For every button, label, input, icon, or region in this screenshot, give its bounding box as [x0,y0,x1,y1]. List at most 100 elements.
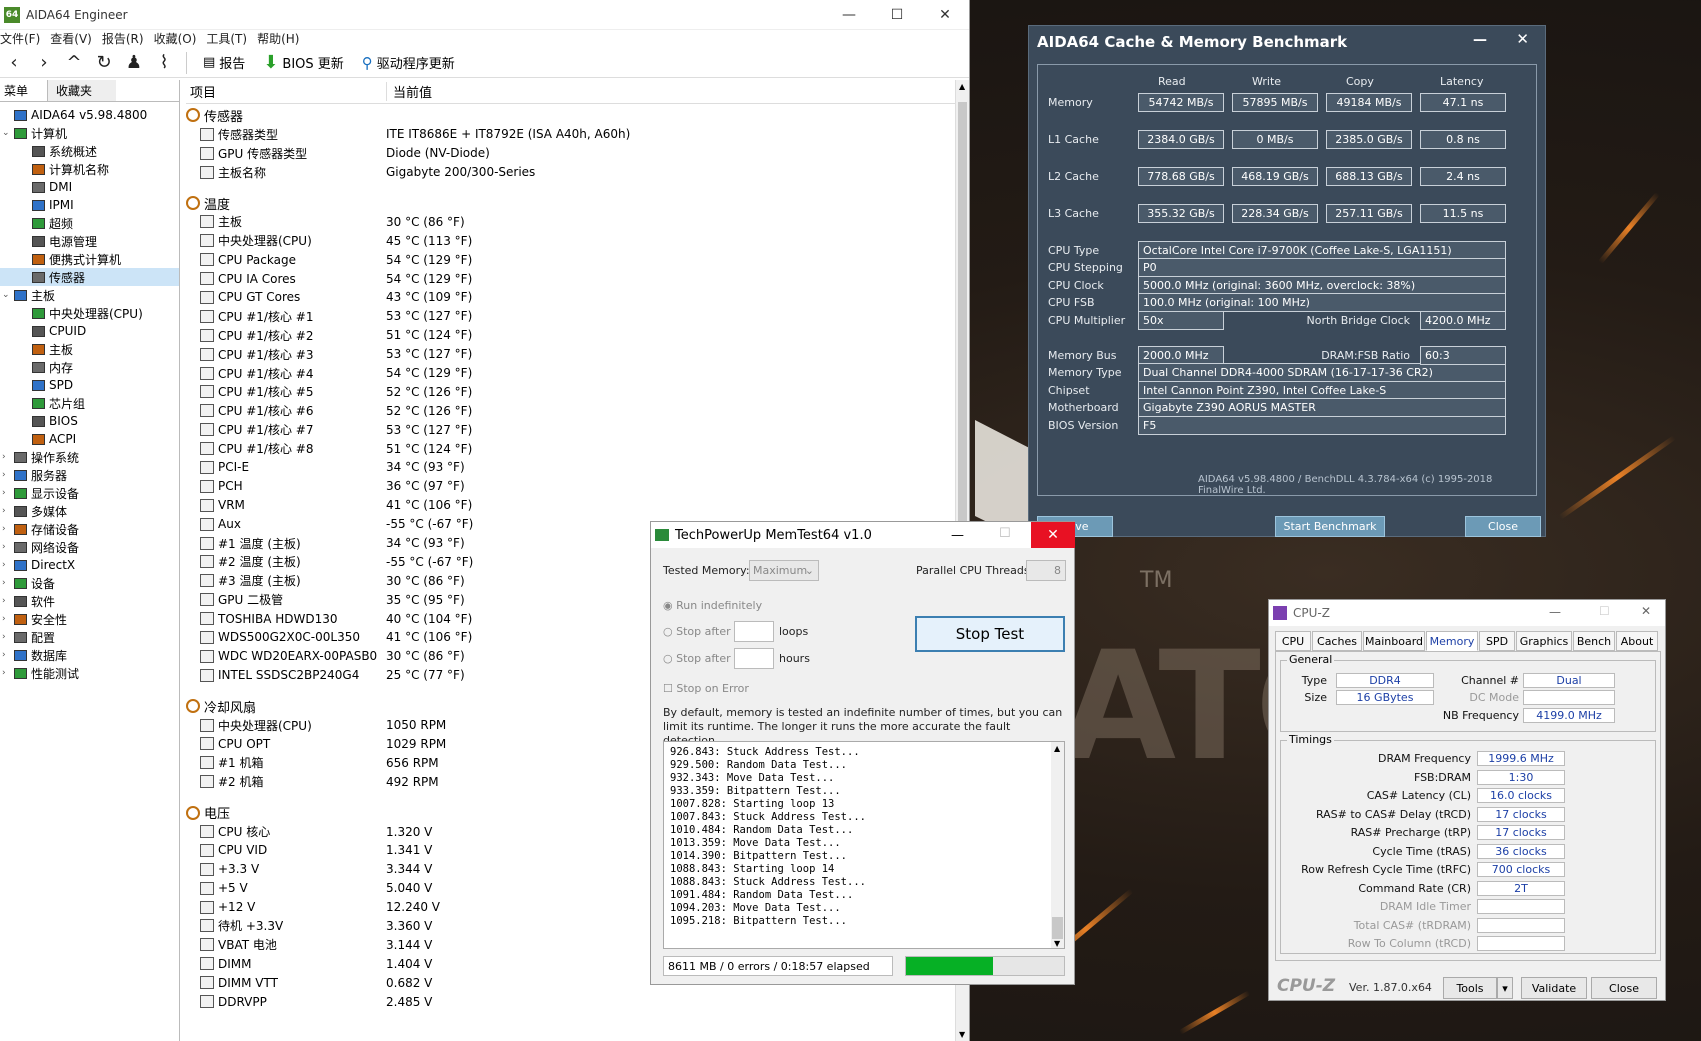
forward-icon[interactable]: › [32,51,56,75]
tree-item[interactable]: 芯片组 [0,394,179,412]
up-icon[interactable]: ^ [62,51,86,75]
expand-arrow-icon[interactable]: › [2,452,14,462]
sensor-row[interactable]: CPU IA Cores 54 °C (129 °F) [186,269,955,288]
tree-item[interactable]: › DirectX [0,556,179,574]
sensor-row[interactable]: 传感器类型 ITE IT8686E + IT8792E (ISA A40h, A6… [186,125,955,144]
tree-item[interactable]: › 显示设备 [0,484,179,502]
tree-item[interactable]: › 操作系统 [0,448,179,466]
tree-item[interactable]: ⌄ 计算机 [0,124,179,142]
stop-after-hours-radio[interactable]: ○ Stop after [663,652,731,665]
expand-arrow-icon[interactable]: › [2,470,14,480]
sensor-row[interactable]: CPU #1/核心 #8 51 °C (124 °F) [186,439,955,458]
column-header-item[interactable]: 项目 [186,82,386,101]
tested-memory-select[interactable]: Maximum ⌄ [749,560,819,581]
tree-item[interactable]: BIOS [0,412,179,430]
refresh-icon[interactable]: ↻ [92,51,116,75]
scroll-down-icon[interactable]: ▼ [959,1030,965,1039]
minimize-icon[interactable]: — [1549,605,1561,619]
tab-favorites[interactable]: 收藏夹 [48,80,116,101]
close-icon[interactable]: ✕ [1641,604,1651,618]
tab-memory[interactable]: Memory [1426,631,1478,651]
sensor-row[interactable]: VRM 41 °C (106 °F) [186,496,955,515]
log-scrollbar[interactable]: ▲ ▼ [1051,742,1064,948]
user-icon[interactable]: ♟ [122,51,146,75]
tab-cpu[interactable]: CPU [1275,631,1311,651]
tree-item[interactable]: IPMI [0,196,179,214]
tree-item[interactable]: AIDA64 v5.98.4800 [0,106,179,124]
tools-dropdown-icon[interactable]: ▾ [1497,977,1513,999]
expand-arrow-icon[interactable]: › [2,560,14,570]
tree-item[interactable]: › 设备 [0,574,179,592]
expand-arrow-icon[interactable]: › [2,650,14,660]
cpuz-titlebar[interactable]: CPU-Z — ☐ ✕ [1269,600,1665,626]
run-indefinitely-radio[interactable]: ◉ Run indefinitely [663,599,762,612]
tree-item[interactable]: CPUID [0,322,179,340]
start-benchmark-button[interactable]: Start Benchmark [1275,516,1385,537]
benchmark-titlebar[interactable]: AIDA64 Cache & Memory Benchmark — ✕ [1029,26,1545,58]
sensor-row[interactable]: 中央处理器(CPU) 45 °C (113 °F) [186,231,955,250]
sensor-row[interactable]: 主板 30 °C (86 °F) [186,212,955,231]
minimize-icon[interactable]: — [1473,32,1487,48]
tree-item[interactable]: › 数据库 [0,646,179,664]
expand-arrow-icon[interactable]: › [2,488,14,498]
memtest-log[interactable]: 926.843: Stuck Address Test... 929.500: R… [663,741,1065,949]
close-button[interactable]: Close [1465,516,1541,537]
maximize-icon[interactable]: ☐ [999,526,1011,541]
expand-arrow-icon[interactable]: › [2,578,14,588]
sensor-row[interactable]: CPU GT Cores 43 °C (109 °F) [186,288,955,307]
sensor-row[interactable]: CPU Package 54 °C (129 °F) [186,250,955,269]
aida64-titlebar[interactable]: 64 AIDA64 Engineer — ☐ ✕ [0,0,969,30]
threads-input[interactable]: 8 [1026,560,1066,581]
tab-about[interactable]: About [1616,631,1658,651]
expand-arrow-icon[interactable]: › [2,524,14,534]
tree-item[interactable]: DMI [0,178,179,196]
tab-mainboard[interactable]: Mainboard [1363,631,1425,651]
sensor-row[interactable]: CPU #1/核心 #5 52 °C (126 °F) [186,382,955,401]
tab-caches[interactable]: Caches [1312,631,1362,651]
close-icon[interactable]: ✕ [921,0,969,30]
minimize-icon[interactable]: — [825,0,873,30]
scroll-up-icon[interactable]: ▲ [1054,744,1060,753]
report-button[interactable]: ▤ 报告 [197,53,251,72]
expand-arrow-icon[interactable]: › [2,506,14,516]
stop-test-button[interactable]: Stop Test [915,616,1065,652]
sensor-row[interactable]: PCI-E 34 °C (93 °F) [186,458,955,477]
tree-item[interactable]: 电源管理 [0,232,179,250]
maximize-icon[interactable]: ☐ [873,0,921,30]
bios-update-button[interactable]: ⬇ BIOS 更新 [257,52,349,73]
sensor-row[interactable]: CPU #1/核心 #7 53 °C (127 °F) [186,420,955,439]
tree-item[interactable]: SPD [0,376,179,394]
scroll-down-icon[interactable]: ▼ [1054,939,1060,948]
sensor-row[interactable]: CPU #1/核心 #3 53 °C (127 °F) [186,345,955,364]
menu-item[interactable]: 报告(R) [102,30,144,48]
tree-item[interactable]: 传感器 [0,268,179,286]
tree-item[interactable]: 计算机名称 [0,160,179,178]
close-button[interactable]: Close [1591,977,1657,999]
sensor-row[interactable]: CPU #1/核心 #1 53 °C (127 °F) [186,307,955,326]
close-icon[interactable]: ✕ [1516,30,1529,48]
maximize-icon[interactable]: ☐ [1599,604,1610,618]
expand-arrow-icon[interactable]: › [2,614,14,624]
expand-arrow-icon[interactable]: › [2,668,14,678]
tab-menu[interactable]: 菜单 [0,80,48,101]
tree-item[interactable]: 超频 [0,214,179,232]
minimize-icon[interactable]: — [951,528,964,543]
chart-icon[interactable]: ⌇ [152,51,176,75]
sensor-row[interactable]: CPU #1/核心 #6 52 °C (126 °F) [186,401,955,420]
stop-after-loops-radio[interactable]: ○ Stop after [663,625,731,638]
menu-item[interactable]: 工具(T) [206,30,247,48]
sensor-row[interactable]: DDRVPP 2.485 V [186,992,955,1011]
memtest-titlebar[interactable]: TechPowerUp MemTest64 v1.0 — ☐ ✕ [651,522,1075,548]
tree-item[interactable]: › 性能测试 [0,664,179,682]
expand-arrow-icon[interactable]: ⌄ [2,290,14,300]
tree-item[interactable]: 便携式计算机 [0,250,179,268]
tree-item[interactable]: › 存储设备 [0,520,179,538]
sensor-row[interactable]: CPU #1/核心 #2 51 °C (124 °F) [186,326,955,345]
scroll-up-icon[interactable]: ▲ [959,82,965,91]
menu-item[interactable]: 帮助(H) [257,30,299,48]
tree-item[interactable]: 系统概述 [0,142,179,160]
tools-button[interactable]: Tools [1443,977,1497,999]
loops-input[interactable] [734,621,774,642]
tree-item[interactable]: › 配置 [0,628,179,646]
tree-item[interactable]: › 服务器 [0,466,179,484]
